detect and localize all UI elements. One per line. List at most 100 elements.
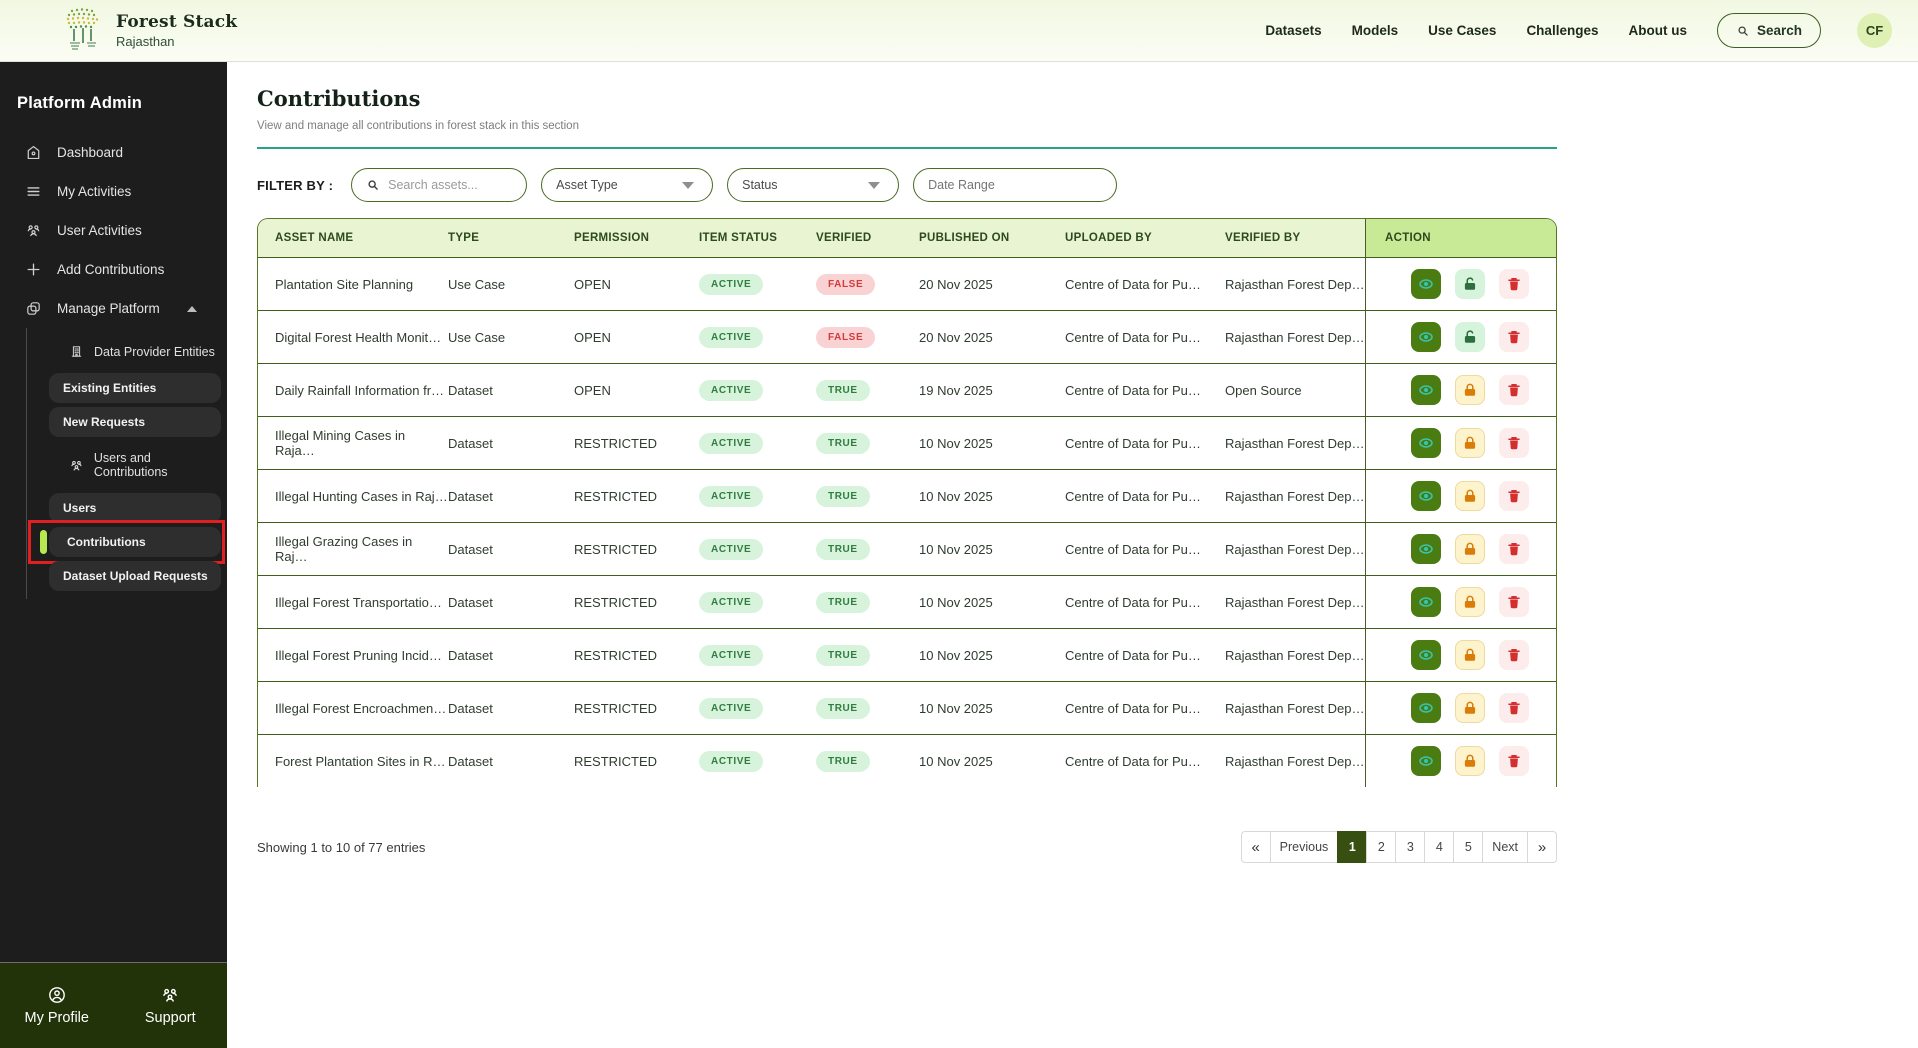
sidebar-item-users[interactable]: Users [49, 493, 221, 523]
search-button[interactable]: Search [1717, 13, 1821, 48]
view-button[interactable] [1411, 693, 1441, 723]
lock-button[interactable] [1455, 375, 1485, 405]
date-range-field[interactable]: Date Range [913, 168, 1117, 202]
status-badge: ACTIVE [699, 486, 763, 507]
view-button[interactable] [1411, 746, 1441, 776]
page-button-3[interactable]: 3 [1395, 831, 1425, 863]
item-status-cell: ACTIVE [699, 417, 816, 469]
type-cell: Dataset [448, 470, 574, 522]
verified-badge: TRUE [816, 592, 870, 613]
lock-button[interactable] [1455, 587, 1485, 617]
sidebar-title: Platform Admin [0, 62, 227, 119]
asset-search-field[interactable] [351, 168, 527, 202]
status-dropdown-label: Status [742, 178, 777, 192]
sidebar-item-users-and-contributions[interactable]: Users and Contributions [27, 441, 227, 489]
sidebar-item-contributions[interactable]: Contributions [49, 527, 221, 557]
delete-button[interactable] [1499, 428, 1529, 458]
unlock-button[interactable] [1455, 322, 1485, 352]
next-page-button[interactable]: Next [1482, 831, 1528, 863]
page-title: Contributions [257, 86, 1557, 111]
delete-button[interactable] [1499, 269, 1529, 299]
layers-icon [25, 300, 42, 317]
delete-button[interactable] [1499, 746, 1529, 776]
lock-button[interactable] [1455, 693, 1485, 723]
verified-by-cell: Rajasthan Forest Dep… [1225, 417, 1365, 469]
view-button[interactable] [1411, 481, 1441, 511]
last-page-button[interactable]: » [1527, 831, 1557, 863]
view-button[interactable] [1411, 269, 1441, 299]
delete-button[interactable] [1499, 481, 1529, 511]
user-avatar[interactable]: CF [1857, 13, 1892, 48]
top-nav-challenges[interactable]: Challenges [1526, 23, 1598, 38]
type-cell: Dataset [448, 364, 574, 416]
lock-button[interactable] [1455, 481, 1485, 511]
top-nav-about-us[interactable]: About us [1628, 23, 1687, 38]
view-button[interactable] [1411, 534, 1441, 564]
action-cell [1365, 682, 1556, 734]
lock-button[interactable] [1455, 746, 1485, 776]
top-nav-use-cases[interactable]: Use Cases [1428, 23, 1496, 38]
verified-badge: TRUE [816, 539, 870, 560]
first-page-button[interactable]: « [1241, 831, 1271, 863]
sidebar-item-existing-entities[interactable]: Existing Entities [49, 373, 221, 403]
page-button-4[interactable]: 4 [1424, 831, 1454, 863]
verified-badge: TRUE [816, 645, 870, 666]
sidebar-item-user-activities[interactable]: User Activities [0, 211, 227, 250]
sidebar-item-dashboard[interactable]: Dashboard [0, 133, 227, 172]
previous-page-button[interactable]: Previous [1270, 831, 1339, 863]
sidebar-pill-wrap-new-requests: New Requests [49, 407, 221, 437]
asset-name-cell: Plantation Site Planning [258, 258, 448, 310]
sidebar-item-dataset-upload-requests[interactable]: Dataset Upload Requests [49, 561, 221, 591]
asset-name-cell: Illegal Forest Encroachmen… [258, 682, 448, 734]
lock-button[interactable] [1455, 640, 1485, 670]
delete-button[interactable] [1499, 322, 1529, 352]
view-button[interactable] [1411, 375, 1441, 405]
status-badge: ACTIVE [699, 380, 763, 401]
page-button-1[interactable]: 1 [1337, 831, 1367, 863]
delete-button[interactable] [1499, 375, 1529, 405]
sidebar-item-label: Add Contributions [57, 262, 164, 277]
asset-name-cell: Illegal Hunting Cases in Raj… [258, 470, 448, 522]
type-cell: Dataset [448, 735, 574, 787]
permission-cell: RESTRICTED [574, 629, 699, 681]
asset-type-dropdown[interactable]: Asset Type [541, 168, 713, 202]
uploaded-by-cell: Centre of Data for Pu… [1065, 417, 1225, 469]
sidebar-item-add-contributions[interactable]: Add Contributions [0, 250, 227, 289]
sidebar-footer-support[interactable]: Support [114, 963, 228, 1048]
page-button-5[interactable]: 5 [1453, 831, 1483, 863]
published-on-cell: 10 Nov 2025 [919, 682, 1065, 734]
sidebar-item-new-requests[interactable]: New Requests [49, 407, 221, 437]
verified-by-cell: Rajasthan Forest Dep… [1225, 629, 1365, 681]
sidebar-item-label: Data Provider Entities [94, 345, 215, 359]
view-button[interactable] [1411, 587, 1441, 617]
lock-button[interactable] [1455, 428, 1485, 458]
verified-by-cell: Rajasthan Forest Dep… [1225, 735, 1365, 787]
sidebar-footer-my-profile[interactable]: My Profile [0, 963, 114, 1048]
sidebar-pill-wrap-dataset-upload-requests: Dataset Upload Requests [49, 561, 221, 591]
permission-cell: OPEN [574, 311, 699, 363]
status-badge: ACTIVE [699, 751, 763, 772]
sidebar-item-manage-platform[interactable]: Manage Platform [0, 289, 227, 328]
top-nav-datasets[interactable]: Datasets [1265, 23, 1321, 38]
delete-button[interactable] [1499, 693, 1529, 723]
sidebar-item-my-activities[interactable]: My Activities [0, 172, 227, 211]
delete-button[interactable] [1499, 587, 1529, 617]
view-button[interactable] [1411, 322, 1441, 352]
status-dropdown[interactable]: Status [727, 168, 899, 202]
view-button[interactable] [1411, 428, 1441, 458]
view-button[interactable] [1411, 640, 1441, 670]
sidebar-item-data-provider-entities[interactable]: Data Provider Entities [27, 334, 227, 369]
page-button-2[interactable]: 2 [1366, 831, 1396, 863]
verified-by-cell: Rajasthan Forest Dep… [1225, 682, 1365, 734]
delete-button[interactable] [1499, 640, 1529, 670]
column-header-verified: VERIFIED [816, 219, 919, 257]
delete-button[interactable] [1499, 534, 1529, 564]
item-status-cell: ACTIVE [699, 576, 816, 628]
pagination: «Previous12345Next» [1241, 831, 1557, 863]
search-assets-input[interactable] [388, 178, 508, 192]
asset-name-cell: Forest Plantation Sites in R… [258, 735, 448, 787]
lock-button[interactable] [1455, 534, 1485, 564]
top-nav-models[interactable]: Models [1352, 23, 1399, 38]
unlock-button[interactable] [1455, 269, 1485, 299]
asset-name-cell: Illegal Forest Pruning Incid… [258, 629, 448, 681]
